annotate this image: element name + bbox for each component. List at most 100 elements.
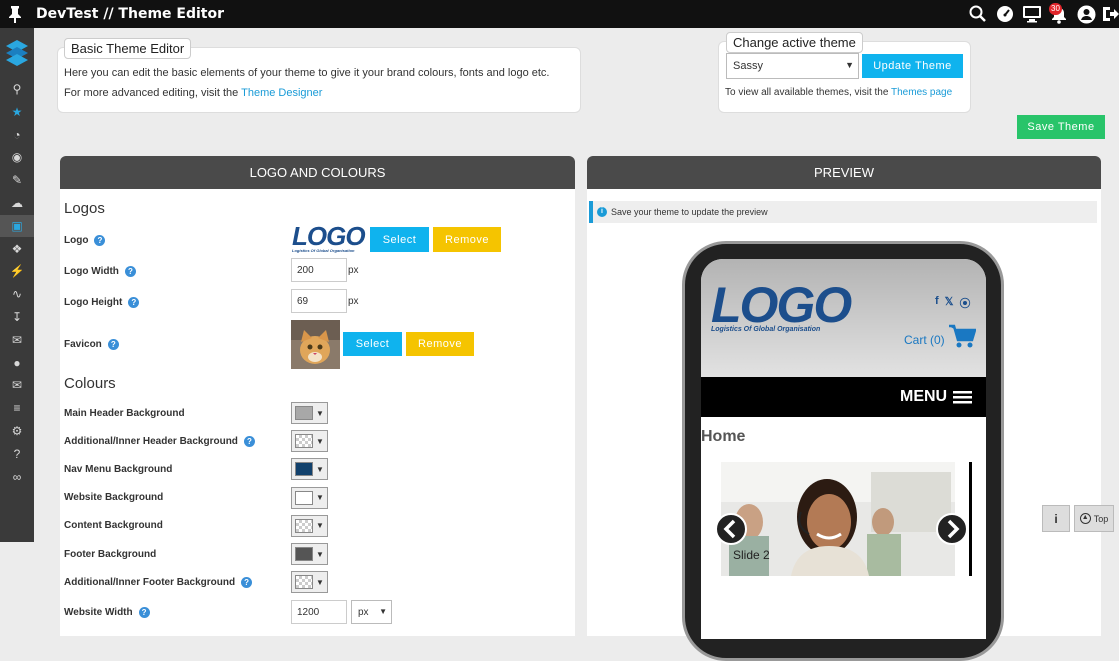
theme-designer-link[interactable]: Theme Designer xyxy=(241,87,322,99)
chevron-down-icon: ▼ xyxy=(316,464,324,474)
sidebar-item-download[interactable]: ↧ xyxy=(0,306,34,328)
logo-select-button[interactable]: Select xyxy=(370,227,429,252)
themes-note: To view all available themes, visit the … xyxy=(725,87,952,98)
sidebar-item-chat[interactable]: ✉ xyxy=(0,329,34,351)
back-to-top-button[interactable]: ▲ Top xyxy=(1074,505,1114,532)
themes-page-link[interactable]: Themes page xyxy=(891,87,952,98)
sidebar-item-link[interactable]: ∞ xyxy=(0,466,34,488)
chevron-down-icon: ▼ xyxy=(316,493,324,503)
dashboard-icon[interactable] xyxy=(994,3,1016,25)
chevron-down-icon: ▼ xyxy=(316,436,324,446)
colours-title: Colours xyxy=(64,375,116,392)
sidebar-item-puzzle[interactable]: ❖ xyxy=(0,238,34,260)
hamburger-icon[interactable] xyxy=(953,390,972,405)
puzzle-icon: ❖ xyxy=(11,241,23,256)
info-circle-icon: i xyxy=(597,207,607,217)
website-width-unit-select[interactable]: px ▼ xyxy=(351,600,392,624)
sliders-icon: ≡ xyxy=(13,401,21,416)
logo-image-text: LOGO xyxy=(292,221,366,251)
top-bar: DevTest // Theme Editor 30 xyxy=(0,0,1119,28)
logo-width-unit: px xyxy=(348,265,359,276)
favicon-select-button[interactable]: Select xyxy=(343,332,402,356)
website-width-input[interactable]: 1200 xyxy=(291,600,347,624)
chat-icon: ✉ xyxy=(11,332,23,347)
cart-icon[interactable] xyxy=(948,324,976,349)
x-icon[interactable]: 𝕏 xyxy=(945,295,954,311)
preview-menu-label[interactable]: MENU xyxy=(900,388,947,406)
help-icon[interactable]: ? xyxy=(94,234,106,246)
monitor-icon[interactable] xyxy=(1021,3,1043,25)
sidebar-item-search[interactable]: ⚲ xyxy=(0,78,34,100)
app-title: DevTest // Theme Editor xyxy=(36,6,224,22)
logo-height-input[interactable]: 69 xyxy=(291,289,347,313)
preview-scrollbar xyxy=(969,462,972,576)
colour-swatch xyxy=(295,547,313,561)
sidebar-item-mail[interactable]: ✉ xyxy=(0,374,34,396)
sidebar-item-monitor[interactable]: ▣ xyxy=(0,214,34,237)
logo-width-label: Logo Width? xyxy=(64,264,136,278)
colour-picker[interactable]: ▼ xyxy=(291,430,328,453)
help-icon[interactable]: ? xyxy=(243,435,255,447)
logo-height-label-text: Logo Height xyxy=(64,296,123,308)
help-icon[interactable]: ? xyxy=(138,606,150,618)
colour-picker[interactable]: ▼ xyxy=(291,514,328,537)
slider-next-icon[interactable] xyxy=(936,513,968,545)
colour-label-text: Footer Background xyxy=(64,548,157,560)
sidebar: ⚲ ★ ◔ ◉ ✎ ☁ ▣ ❖ ⚡ ∿ ↧ ✉ ● ✉ ≡ ⚙? ∞ xyxy=(0,28,34,542)
colour-picker[interactable]: ▼ xyxy=(291,571,328,594)
colour-label: Additional/Inner Header Background? xyxy=(64,434,255,448)
preview-cart[interactable]: Cart (0) xyxy=(904,333,945,347)
save-theme-button[interactable]: Save Theme xyxy=(1017,115,1105,139)
sidebar-item-help[interactable]: ? xyxy=(0,443,34,465)
logo-label-text: Logo xyxy=(64,234,89,246)
colour-label-text: Website Background xyxy=(64,492,164,504)
info-button[interactable]: i xyxy=(1042,505,1070,532)
colour-picker[interactable]: ▼ xyxy=(291,486,328,509)
sidebar-item-dashboard[interactable]: ◔ xyxy=(0,124,34,146)
sidebar-item-chart[interactable]: ∿ xyxy=(0,283,34,305)
colour-label: Footer Background xyxy=(64,547,156,561)
user-icon[interactable] xyxy=(1075,3,1097,25)
colour-swatch xyxy=(295,490,313,505)
basic-editor-advanced: For more advanced editing, visit the The… xyxy=(64,87,322,99)
brand-logo-icon[interactable] xyxy=(2,38,32,68)
chevron-down-icon: ▼ xyxy=(316,577,324,587)
colour-label: Website Background xyxy=(64,491,163,505)
theme-select[interactable]: Sassy ▼ xyxy=(726,53,859,79)
help-icon[interactable]: ? xyxy=(241,576,253,588)
update-theme-button[interactable]: Update Theme xyxy=(862,54,963,78)
user-icon: ● xyxy=(13,355,21,370)
chevron-down-icon: ▼ xyxy=(316,549,324,559)
facebook-icon[interactable]: f xyxy=(935,295,939,311)
website-width-label-text: Website Width xyxy=(64,606,133,618)
colour-picker[interactable]: ▼ xyxy=(291,402,328,424)
preview-header: PREVIEW xyxy=(587,156,1101,189)
colour-picker[interactable]: ▼ xyxy=(291,543,328,565)
pin-icon[interactable] xyxy=(8,5,22,23)
help-icon[interactable]: ? xyxy=(124,265,136,277)
sidebar-item-pencil[interactable]: ✎ xyxy=(0,169,34,191)
colour-picker[interactable]: ▼ xyxy=(291,458,328,481)
search-icon[interactable] xyxy=(967,3,989,25)
sidebar-item-cloud[interactable]: ☁ xyxy=(0,192,34,214)
arrow-up-circle-icon: ▲ xyxy=(1079,513,1091,524)
favicon-remove-button[interactable]: Remove xyxy=(406,332,474,356)
colour-swatch xyxy=(295,575,313,590)
logout-icon[interactable] xyxy=(1099,3,1119,25)
sidebar-item-sliders[interactable]: ≡ xyxy=(0,397,34,419)
help-icon[interactable]: ? xyxy=(107,338,119,350)
themes-note-text: To view all available themes, visit the xyxy=(725,87,892,98)
sidebar-item-user[interactable]: ● xyxy=(0,352,34,374)
sidebar-item-star[interactable]: ★ xyxy=(0,101,34,123)
logo-height-unit: px xyxy=(348,296,359,307)
sidebar-item-globe[interactable]: ◉ xyxy=(0,146,34,168)
sidebar-item-gear[interactable]: ⚙ xyxy=(0,420,34,442)
logo-remove-button[interactable]: Remove xyxy=(433,227,501,252)
sidebar-item-plug[interactable]: ⚡ xyxy=(0,260,34,282)
slider-prev-icon[interactable] xyxy=(715,513,747,545)
colour-label: Content Background xyxy=(64,519,163,533)
help-icon[interactable]: ? xyxy=(128,296,140,308)
rss-icon[interactable]: ⦿ xyxy=(960,295,971,311)
logo-width-input[interactable]: 200 xyxy=(291,258,347,282)
colour-label: Nav Menu Background xyxy=(64,462,172,476)
